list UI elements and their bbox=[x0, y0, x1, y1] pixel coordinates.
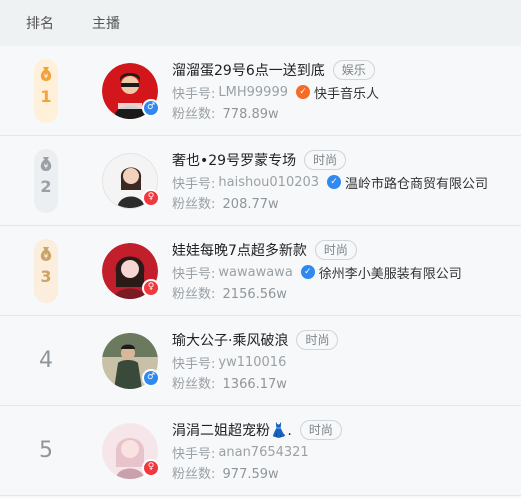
avatar-wrap[interactable]: ♂ bbox=[102, 62, 160, 119]
id-label: 快手号: bbox=[172, 356, 216, 372]
rank-cell: 5 bbox=[0, 438, 92, 463]
anchor-id: haishou010203 bbox=[218, 174, 320, 190]
rank-cell: ¥ 3 bbox=[0, 238, 92, 303]
verification-text: 快手音乐人 bbox=[313, 86, 379, 102]
svg-text:¥: ¥ bbox=[44, 162, 49, 170]
anchor-id: wawawawa bbox=[218, 264, 293, 280]
money-bag-icon: ¥ bbox=[40, 156, 52, 171]
fans-count: 2156.56w bbox=[222, 287, 287, 302]
category-tag: 时尚 bbox=[296, 330, 339, 350]
id-label: 快手号: bbox=[172, 446, 216, 462]
fans-label: 粉丝数: bbox=[172, 197, 216, 212]
verification-text: 温岭市路仓商贸有限公司 bbox=[345, 176, 489, 192]
male-icon: ♂ bbox=[142, 368, 160, 387]
anchor-ranking-table: 排名 主播 ¥ 1 ♂ 溜溜蛋29号6点一送到底 娱乐 快手号: LMH9999… bbox=[0, 0, 521, 496]
anchor-info: 涓涓二姐超宠粉👗. 时尚 快手号: anan7654321 粉丝数: 977.5… bbox=[172, 419, 342, 482]
id-label: 快手号: bbox=[172, 176, 216, 192]
anchor-id: anan7654321 bbox=[218, 444, 309, 460]
check-icon: ✓ bbox=[295, 85, 310, 99]
rank-cell: ¥ 1 bbox=[0, 58, 92, 123]
fans-count: 778.89w bbox=[222, 107, 279, 122]
table-row[interactable]: ¥ 3 ♀ 娃娃每晚7点超多新款 时尚 快手号: wawawawa ✓ 徐州李小… bbox=[0, 226, 521, 316]
table-row[interactable]: ¥ 2 ♀ 奢也•29号罗蒙专场 时尚 快手号: haishou010203 ✓… bbox=[0, 136, 521, 226]
table-header: 排名 主播 bbox=[0, 0, 521, 46]
female-icon: ♀ bbox=[142, 188, 160, 207]
avatar-wrap[interactable]: ♀ bbox=[102, 242, 160, 299]
id-label: 快手号: bbox=[172, 86, 216, 102]
anchor-name[interactable]: 涓涓二姐超宠粉👗. bbox=[172, 420, 292, 440]
fans-label: 粉丝数: bbox=[172, 107, 216, 122]
fans-count: 1366.17w bbox=[222, 377, 287, 392]
anchor-name[interactable]: 瑜大公子·乘风破浪 bbox=[172, 330, 288, 350]
table-row[interactable]: ¥ 1 ♂ 溜溜蛋29号6点一送到底 娱乐 快手号: LMH99999 ✓ 快手… bbox=[0, 46, 521, 136]
silver-medal: ¥ 2 bbox=[34, 148, 58, 213]
rank-cell: 4 bbox=[0, 348, 92, 373]
category-tag: 时尚 bbox=[299, 420, 342, 440]
money-bag-icon: ¥ bbox=[40, 66, 52, 81]
rank-cell: ¥ 2 bbox=[0, 148, 92, 213]
rank-number: 2 bbox=[40, 176, 52, 196]
id-label: 快手号: bbox=[172, 266, 216, 282]
rank-number: 3 bbox=[40, 266, 52, 286]
rank-number: 5 bbox=[39, 438, 53, 463]
male-icon: ♂ bbox=[142, 98, 160, 117]
verification: ✓ 快手音乐人 bbox=[295, 83, 379, 102]
fans-label: 粉丝数: bbox=[172, 377, 216, 392]
anchor-name[interactable]: 溜溜蛋29号6点一送到底 bbox=[172, 60, 325, 80]
fans-count: 208.77w bbox=[222, 197, 279, 212]
anchor-name[interactable]: 奢也•29号罗蒙专场 bbox=[172, 150, 296, 170]
verification: ✓ 徐州李小美服装有限公司 bbox=[300, 263, 462, 282]
gold-medal: ¥ 1 bbox=[34, 58, 58, 123]
rank-number: 1 bbox=[40, 86, 52, 106]
fans-count: 977.59w bbox=[222, 467, 279, 482]
header-host: 主播 bbox=[92, 16, 120, 32]
svg-text:¥: ¥ bbox=[44, 72, 49, 80]
avatar-wrap[interactable]: ♂ bbox=[102, 332, 160, 389]
fans-label: 粉丝数: bbox=[172, 467, 216, 482]
verification-text: 徐州李小美服装有限公司 bbox=[318, 266, 462, 282]
bronze-medal: ¥ 3 bbox=[34, 238, 58, 303]
female-icon: ♀ bbox=[142, 458, 160, 477]
female-icon: ♀ bbox=[142, 278, 160, 297]
avatar-wrap[interactable]: ♀ bbox=[102, 422, 160, 479]
fans-label: 粉丝数: bbox=[172, 287, 216, 302]
money-bag-icon: ¥ bbox=[40, 246, 52, 261]
anchor-info: 溜溜蛋29号6点一送到底 娱乐 快手号: LMH99999 ✓ 快手音乐人 粉丝… bbox=[172, 59, 379, 122]
header-rank: 排名 bbox=[26, 16, 54, 32]
anchor-info: 娃娃每晚7点超多新款 时尚 快手号: wawawawa ✓ 徐州李小美服装有限公… bbox=[172, 239, 462, 302]
anchor-id: yw110016 bbox=[218, 354, 287, 370]
category-tag: 娱乐 bbox=[332, 60, 375, 80]
anchor-info: 奢也•29号罗蒙专场 时尚 快手号: haishou010203 ✓ 温岭市路仓… bbox=[172, 149, 488, 212]
anchor-name[interactable]: 娃娃每晚7点超多新款 bbox=[172, 240, 307, 260]
check-icon: ✓ bbox=[327, 175, 342, 189]
avatar-wrap[interactable]: ♀ bbox=[102, 152, 160, 209]
check-icon: ✓ bbox=[300, 265, 315, 279]
category-tag: 时尚 bbox=[304, 150, 347, 170]
svg-text:¥: ¥ bbox=[44, 252, 49, 260]
table-row[interactable]: 5 ♀ 涓涓二姐超宠粉👗. 时尚 快手号: anan7654321 粉丝数: 9… bbox=[0, 406, 521, 496]
category-tag: 时尚 bbox=[314, 240, 357, 260]
rank-number: 4 bbox=[39, 348, 53, 373]
verification: ✓ 温岭市路仓商贸有限公司 bbox=[327, 173, 488, 192]
anchor-info: 瑜大公子·乘风破浪 时尚 快手号: yw110016 粉丝数: 1366.17w bbox=[172, 329, 339, 392]
anchor-id: LMH99999 bbox=[218, 84, 288, 100]
table-row[interactable]: 4 ♂ 瑜大公子·乘风破浪 时尚 快手号: yw110016 粉丝数: 1366… bbox=[0, 316, 521, 406]
